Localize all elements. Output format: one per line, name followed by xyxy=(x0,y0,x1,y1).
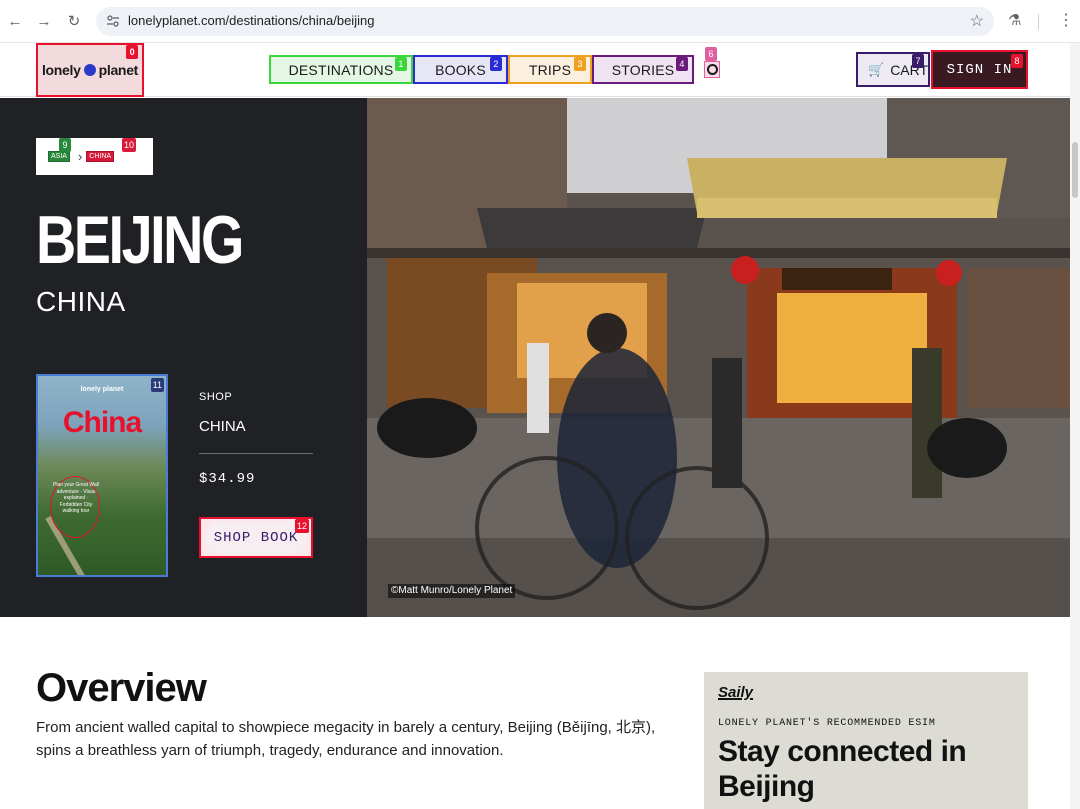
cart-icon: 🛒 xyxy=(868,61,885,77)
toolbar-divider xyxy=(1038,14,1039,30)
shop-book-button[interactable]: SHOP BOOK 12 xyxy=(199,517,313,558)
nav-stories[interactable]: STORIES 4 xyxy=(592,55,694,84)
sign-in-button[interactable]: SIGN IN 8 xyxy=(931,50,1028,89)
overview-heading: Overview xyxy=(36,666,207,710)
url-text: lonelyplanet.com/destinations/china/beij… xyxy=(128,13,375,28)
forward-icon[interactable]: → xyxy=(33,10,55,32)
element-badge: 9 xyxy=(59,138,71,152)
page-title: BEIJING xyxy=(36,202,244,278)
nav-books[interactable]: BOOKS 2 xyxy=(413,55,508,84)
country-subtitle: CHINA xyxy=(36,286,126,317)
browser-toolbar: ← → ↻ lonelyplanet.com/destinations/chin… xyxy=(0,0,1080,43)
back-icon[interactable]: ← xyxy=(4,10,26,32)
search-button[interactable]: 6 xyxy=(704,47,720,78)
breadcrumb: ASIA › CHINA 9 10 xyxy=(36,138,153,175)
site-info-icon[interactable] xyxy=(106,14,120,28)
book-blurb: Plan your Great Wall adventure · Visas e… xyxy=(53,482,99,514)
overview-paragraph: From ancient walled capital to showpiece… xyxy=(36,719,656,759)
shop-book-name: CHINA xyxy=(199,418,246,435)
element-badge: 12 xyxy=(294,519,309,533)
breadcrumb-asia[interactable]: ASIA xyxy=(48,151,70,162)
element-badge: 6 xyxy=(705,47,717,61)
shop-book-label: SHOP BOOK xyxy=(204,520,308,555)
element-badge: 1 xyxy=(395,57,407,71)
book-publisher: lonely planet xyxy=(80,386,124,393)
element-badge: 7 xyxy=(912,54,924,68)
element-badge: 3 xyxy=(574,57,586,71)
nav-books-label: BOOKS xyxy=(435,61,486,78)
element-badge: 10 xyxy=(122,138,137,152)
flask-icon[interactable]: ⚗ xyxy=(1008,11,1021,29)
search-icon xyxy=(707,64,718,75)
chevron-right-icon: › xyxy=(77,149,83,164)
nav-destinations[interactable]: DESTINATIONS 1 xyxy=(269,55,413,84)
globe-icon xyxy=(83,64,96,76)
hero-photo xyxy=(367,98,1070,617)
element-badge: 2 xyxy=(490,57,502,71)
divider xyxy=(199,453,313,454)
element-badge: 11 xyxy=(150,378,164,392)
breadcrumb-china[interactable]: CHINA xyxy=(86,151,115,162)
cart-button[interactable]: 🛒 CART 7 xyxy=(856,52,930,87)
book-cover-title: China xyxy=(62,406,142,439)
menu-kebab-icon[interactable]: ⋮ xyxy=(1058,10,1074,30)
nav-stories-label: STORIES xyxy=(611,61,675,78)
site-header: lonely planet 0 DESTINATIONS 1 BOOKS 2 TR… xyxy=(0,43,1070,97)
photo-credit: ©Matt Munro/Lonely Planet xyxy=(388,584,516,598)
book-price: $34.99 xyxy=(199,471,256,487)
beijing-street-photo xyxy=(367,98,1070,617)
nav-destinations-label: DESTINATIONS xyxy=(288,61,394,78)
lonely-planet-logo[interactable]: lonely planet 0 xyxy=(36,43,144,97)
nav-trips-label: TRIPS xyxy=(528,61,572,78)
reload-icon[interactable]: ↻ xyxy=(63,10,85,32)
esim-promo-card[interactable]: Saily LONELY PLANET'S RECOMMENDED ESIM S… xyxy=(704,672,1028,809)
element-badge: 0 xyxy=(126,45,138,59)
hero-panel: ASIA › CHINA 9 10 BEIJING CHINA lonely p… xyxy=(0,98,367,617)
esim-eyebrow: LONELY PLANET'S RECOMMENDED ESIM xyxy=(718,718,936,729)
address-bar[interactable]: lonelyplanet.com/destinations/china/beij… xyxy=(96,7,994,36)
nav-trips[interactable]: TRIPS 3 xyxy=(508,55,592,84)
element-badge: 8 xyxy=(1011,54,1023,68)
book-cover-image[interactable]: lonely planet China Plan your Great Wall… xyxy=(36,374,168,577)
element-badge: 4 xyxy=(676,57,688,71)
bookmark-star-icon[interactable]: ☆ xyxy=(970,11,984,31)
esim-title: Stay connected in Beijing xyxy=(718,735,967,803)
saily-logo: Saily xyxy=(718,684,754,701)
sign-in-label: SIGN IN xyxy=(937,54,1022,85)
shop-label: SHOP xyxy=(199,391,233,403)
scrollbar-thumb[interactable] xyxy=(1072,142,1078,198)
